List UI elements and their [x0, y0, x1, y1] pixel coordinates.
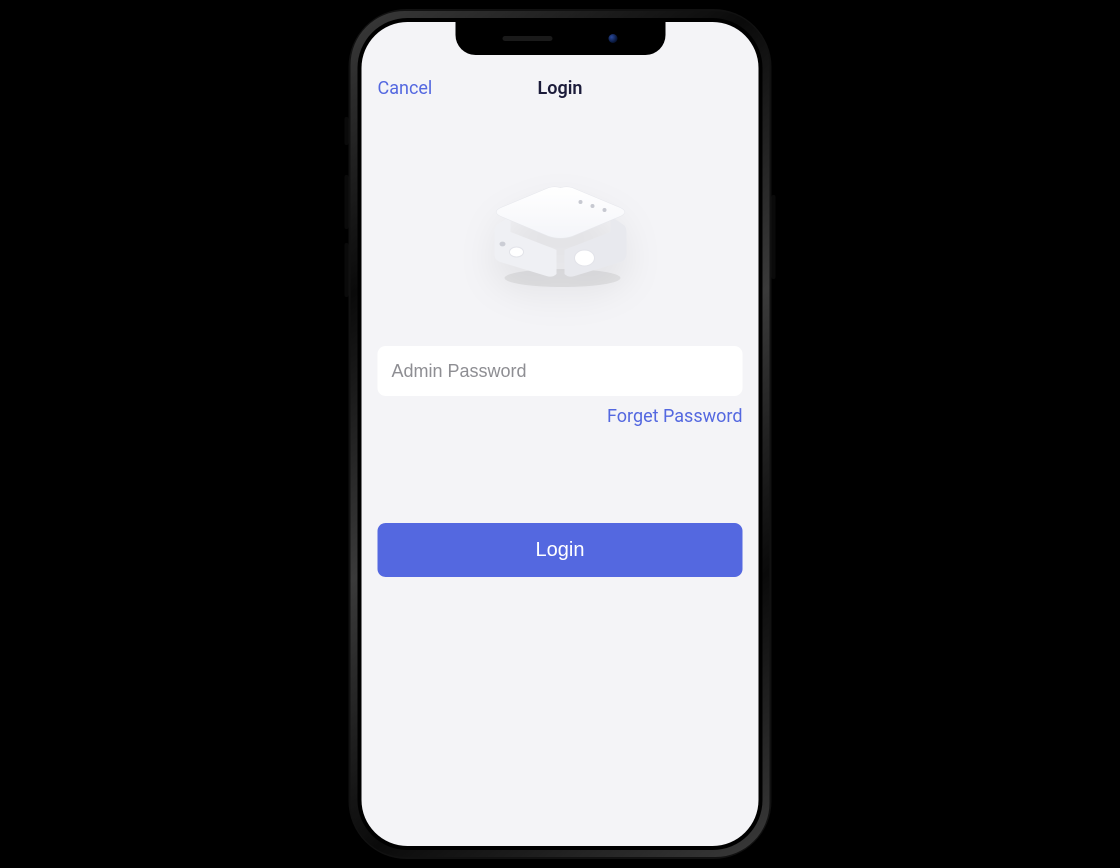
- volume-down-button: [345, 243, 349, 297]
- router-device-icon: [470, 158, 650, 298]
- cancel-button[interactable]: Cancel: [378, 78, 433, 99]
- phone-notch: [455, 22, 665, 55]
- power-button: [772, 195, 776, 279]
- phone-frame: Cancel Login: [349, 9, 772, 859]
- stage: Cancel Login: [0, 0, 1120, 868]
- front-camera-icon: [609, 34, 618, 43]
- primary-action-area: Login: [362, 523, 759, 577]
- login-screen: Cancel Login: [362, 22, 759, 846]
- phone-screen: Cancel Login: [362, 22, 759, 846]
- admin-password-input[interactable]: [378, 346, 743, 396]
- forgot-password-link[interactable]: Forget Password: [378, 406, 743, 427]
- page-title: Login: [538, 78, 583, 99]
- nav-bar: Cancel Login: [362, 66, 759, 110]
- login-button[interactable]: Login: [378, 523, 743, 577]
- login-form: Forget Password: [362, 346, 759, 427]
- phone-bezel: Cancel Login: [358, 18, 763, 850]
- volume-up-button: [345, 175, 349, 229]
- device-hero: [362, 158, 759, 298]
- speaker-grille: [503, 36, 553, 41]
- silence-switch: [345, 117, 349, 145]
